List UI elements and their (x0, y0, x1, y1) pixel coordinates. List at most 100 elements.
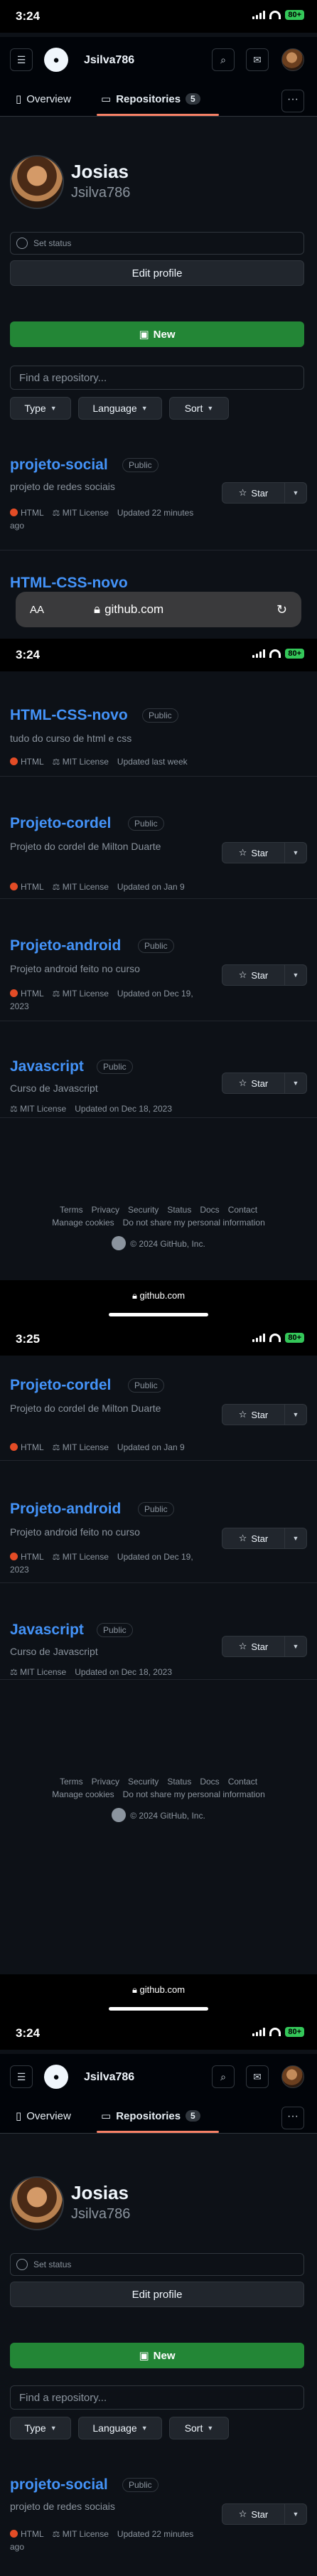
search-input[interactable]: Find a repository... (10, 2385, 304, 2410)
repo-name[interactable]: Projeto-android (10, 937, 121, 954)
star-button[interactable]: ☆ Star ▼ (222, 964, 307, 986)
menu-icon[interactable]: ☰ (10, 48, 33, 71)
footer-link-privacy[interactable]: Privacy (92, 1777, 119, 1787)
profile-avatar (10, 155, 64, 209)
screenshot-2: 3:24 80+ HTML-CSS-novo Public tudo do cu… (0, 639, 317, 1323)
footer-link-contact[interactable]: Contact (228, 1205, 257, 1215)
menu-icon[interactable]: ☰ (10, 2065, 33, 2088)
repo-name[interactable]: Projeto-cordel (10, 1377, 111, 1394)
language-color-dot (10, 757, 18, 765)
book-icon: ▯ (16, 2110, 22, 2122)
repo-name[interactable]: Projeto-android (10, 1501, 121, 1518)
footer-link-terms[interactable]: Terms (60, 1777, 83, 1787)
set-status-button[interactable]: Set status (10, 2253, 304, 2276)
more-icon[interactable]: ··· (281, 90, 304, 112)
caret-down-icon[interactable]: ▼ (285, 483, 306, 503)
safari-address-bar[interactable]: AA 🔒︎ github.com ↻ (16, 592, 301, 627)
caret-down-icon: ▼ (141, 2425, 148, 2432)
reader-button[interactable]: AA (30, 604, 44, 616)
caret-down-icon[interactable]: ▼ (285, 843, 306, 863)
search-icon[interactable]: ⌕ (212, 48, 235, 71)
edit-profile-button[interactable]: Edit profile (10, 260, 304, 286)
tab-repositories[interactable]: ▭ Repositories 5 (101, 92, 200, 105)
sort-filter[interactable]: Sort ▼ (169, 397, 229, 420)
type-filter[interactable]: Type ▼ (10, 2417, 71, 2439)
profile-name: Josias (71, 2182, 129, 2203)
url-text[interactable]: github.com (104, 602, 163, 617)
wifi-icon (269, 2028, 281, 2036)
github-logo-icon[interactable]: ● (44, 2065, 68, 2089)
footer-link-docs[interactable]: Docs (200, 1205, 219, 1215)
footer-link-contact[interactable]: Contact (228, 1777, 257, 1787)
caret-down-icon[interactable]: ▼ (285, 1528, 306, 1548)
new-repo-button[interactable]: ▣ New (10, 2343, 304, 2368)
repo-name[interactable]: projeto-social (10, 2476, 108, 2493)
more-icon[interactable]: ··· (281, 2107, 304, 2129)
footer-link-privacy[interactable]: Privacy (92, 1205, 119, 1215)
inbox-icon[interactable]: ✉ (246, 2065, 269, 2088)
list-item: projeto-social Public projeto de redes s… (0, 440, 317, 550)
star-button[interactable]: ☆ Star ▼ (222, 1404, 307, 1425)
law-icon: ⚖ (10, 1667, 21, 1677)
footer-link-privacy-choice[interactable]: Do not share my personal information (123, 1789, 265, 1799)
search-icon[interactable]: ⌕ (212, 2065, 235, 2088)
footer-link-cookies[interactable]: Manage cookies (52, 1789, 114, 1799)
star-button[interactable]: ☆ Star ▼ (222, 842, 307, 863)
visibility-badge: Public (138, 1502, 174, 1516)
law-icon: ⚖ (52, 508, 63, 518)
github-logo-icon[interactable]: ● (44, 48, 68, 72)
footer-link-status[interactable]: Status (167, 1205, 191, 1215)
tab-overview[interactable]: ▯ Overview (16, 2109, 71, 2123)
header-username[interactable]: Jsilva786 (84, 2071, 134, 2084)
repo-name[interactable]: Javascript (10, 1058, 84, 1075)
avatar[interactable] (281, 2065, 304, 2088)
visibility-badge: Public (128, 1378, 164, 1393)
language-filter[interactable]: Language ▼ (78, 397, 162, 420)
star-button[interactable]: ☆ Star ▼ (222, 1528, 307, 1549)
repo-name[interactable]: Projeto-cordel (10, 815, 111, 832)
caret-down-icon[interactable]: ▼ (285, 965, 306, 985)
avatar[interactable] (281, 48, 304, 71)
tab-overview[interactable]: ▯ Overview (16, 92, 71, 106)
safari-bottom-bar[interactable]: 🔒︎ github.com (0, 1280, 317, 1323)
footer-link-cookies[interactable]: Manage cookies (52, 1218, 114, 1228)
repo-name[interactable]: HTML-CSS-novo (10, 575, 128, 592)
repo-name[interactable]: projeto-social (10, 457, 108, 474)
caret-down-icon[interactable]: ▼ (285, 1073, 306, 1093)
caret-down-icon[interactable]: ▼ (285, 2504, 306, 2524)
new-repo-button[interactable]: ▣ New (10, 321, 304, 347)
star-button[interactable]: ☆ Star ▼ (222, 2503, 307, 2525)
visibility-badge: Public (128, 816, 164, 831)
visibility-badge: Public (138, 939, 174, 953)
footer-link-terms[interactable]: Terms (60, 1205, 83, 1215)
footer-link-privacy-choice[interactable]: Do not share my personal information (123, 1218, 265, 1228)
repo-name[interactable]: Javascript (10, 1622, 84, 1639)
language-color-dot (10, 1553, 18, 1560)
edit-profile-button[interactable]: Edit profile (10, 2282, 304, 2307)
caret-down-icon: ▼ (50, 2425, 57, 2432)
caret-down-icon: ▼ (207, 2425, 214, 2432)
sort-filter[interactable]: Sort ▼ (169, 2417, 229, 2439)
header-username[interactable]: Jsilva786 (84, 54, 134, 67)
safari-bottom-bar[interactable]: 🔒︎ github.com (0, 1974, 317, 2017)
star-button[interactable]: ☆ Star ▼ (222, 482, 307, 504)
tab-repositories[interactable]: ▭ Repositories 5 (101, 2109, 200, 2122)
type-filter[interactable]: Type ▼ (10, 397, 71, 420)
search-input[interactable]: Find a repository... (10, 366, 304, 390)
star-button[interactable]: ☆ Star ▼ (222, 1073, 307, 1094)
footer-link-docs[interactable]: Docs (200, 1777, 219, 1787)
footer-link-security[interactable]: Security (128, 1777, 158, 1787)
repo-name[interactable]: HTML-CSS-novo (10, 707, 128, 724)
caret-down-icon[interactable]: ▼ (285, 1636, 306, 1656)
language-color-dot (10, 2530, 18, 2538)
caret-down-icon[interactable]: ▼ (285, 1405, 306, 1425)
home-indicator (109, 1313, 208, 1316)
repo-description: Projeto do cordel de Milton Duarte (10, 841, 161, 852)
reload-icon[interactable]: ↻ (276, 602, 287, 617)
footer-link-security[interactable]: Security (128, 1205, 158, 1215)
star-button[interactable]: ☆ Star ▼ (222, 1636, 307, 1657)
set-status-button[interactable]: Set status (10, 232, 304, 255)
language-filter[interactable]: Language ▼ (78, 2417, 162, 2439)
footer-link-status[interactable]: Status (167, 1777, 191, 1787)
inbox-icon[interactable]: ✉ (246, 48, 269, 71)
